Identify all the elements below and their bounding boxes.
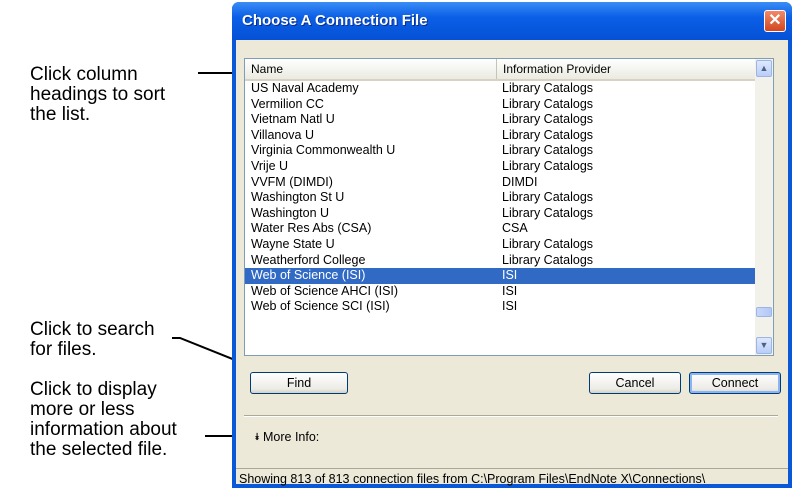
list-item-name: Washington U	[251, 205, 330, 220]
dialog-title: Choose A Connection File	[242, 12, 428, 29]
list-item-provider: Library Catalogs	[502, 96, 594, 111]
list-item-provider: ISI	[502, 283, 518, 298]
list-item-provider: Library Catalogs	[502, 205, 594, 220]
dialog-client-area: Name Information Provider US Naval Acade…	[236, 40, 788, 486]
list-item-name: Virginia Commonwealth U	[251, 143, 396, 158]
list-item-name: Washington St U	[251, 190, 345, 205]
list-item[interactable]: Vermilion CC Library Catalogs	[245, 97, 755, 113]
double-chevron-down-icon: ⯯	[254, 432, 260, 443]
list-item-name: VVFM (DIMDI)	[251, 174, 333, 189]
list-header: Name Information Provider	[245, 59, 755, 81]
list-item[interactable]: Virginia Commonwealth U Library Catalogs	[245, 143, 755, 159]
chevron-down-icon: ▼	[759, 340, 769, 350]
list-item[interactable]: Web of Science SCI (ISI) ISI	[245, 299, 755, 315]
list-item-name: Web of Science AHCI (ISI)	[251, 283, 399, 298]
list-item[interactable]: Weatherford College Library Catalogs	[245, 253, 755, 269]
separator	[244, 415, 778, 417]
list-item-provider: Library Catalogs	[502, 81, 594, 95]
list-item[interactable]: Vietnam Natl U Library Catalogs	[245, 112, 755, 128]
scroll-down-button[interactable]: ▼	[756, 337, 772, 354]
list-item-name: Water Res Abs (CSA)	[251, 221, 372, 236]
list-item-provider: Library Catalogs	[502, 158, 594, 173]
dialog-titlebar[interactable]: Choose A Connection File ✕	[232, 2, 792, 40]
list-item-provider: Library Catalogs	[502, 127, 594, 142]
more-info-label: More Info:	[263, 430, 320, 444]
list-item-name: Vietnam Natl U	[251, 112, 335, 127]
list-item-provider: DIMDI	[502, 174, 538, 189]
choose-connection-dialog: Choose A Connection File ✕ Name Informat…	[232, 2, 792, 488]
list-item[interactable]: Wayne State U Library Catalogs	[245, 237, 755, 253]
list-item[interactable]: VVFM (DIMDI) DIMDI	[245, 175, 755, 191]
list-item-provider: Library Catalogs	[502, 190, 594, 205]
list-item[interactable]: Washington U Library Catalogs	[245, 206, 755, 222]
list-item[interactable]: Vrije U Library Catalogs	[245, 159, 755, 175]
close-icon: ✕	[768, 12, 782, 29]
list-item-name: Vermilion CC	[251, 96, 324, 111]
connection-file-list[interactable]: Name Information Provider US Naval Acade…	[244, 58, 774, 356]
column-header-name[interactable]: Name	[245, 59, 496, 79]
list-item-provider: Library Catalogs	[502, 112, 594, 127]
list-rows: US Naval Academy Library Catalogs Vermilio…	[245, 81, 755, 315]
list-item[interactable]: Villanova U Library Catalogs	[245, 128, 755, 144]
list-item[interactable]: Washington St U Library Catalogs	[245, 190, 755, 206]
cancel-button[interactable]: Cancel	[589, 372, 681, 394]
list-item-provider: Library Catalogs	[502, 143, 594, 158]
scrollbar-thumb[interactable]	[756, 307, 772, 317]
list-item-provider: CSA	[502, 221, 528, 236]
list-item-name: Vrije U	[251, 158, 289, 173]
status-bar: Showing 813 of 813 connection files from…	[236, 468, 788, 488]
list-item[interactable]: Web of Science AHCI (ISI) ISI	[245, 284, 755, 300]
list-item-provider: ISI	[502, 268, 518, 283]
find-button[interactable]: Find	[250, 372, 348, 394]
list-item-provider: ISI	[502, 299, 518, 314]
list-item-name: Web of Science SCI (ISI)	[251, 299, 390, 314]
list-item-provider: Library Catalogs	[502, 236, 594, 251]
column-header-information-provider[interactable]: Information Provider	[496, 59, 755, 79]
list-item-name: Weatherford College	[251, 252, 366, 267]
list-item-name: US Naval Academy	[251, 81, 359, 95]
list-item[interactable]: US Naval Academy Library Catalogs	[245, 81, 755, 97]
close-button[interactable]: ✕	[764, 10, 786, 32]
scroll-up-button[interactable]: ▲	[756, 60, 772, 77]
list-item[interactable]: Web of Science (ISI) ISI	[245, 268, 755, 284]
more-info-toggle[interactable]: ⯯ More Info:	[254, 430, 319, 444]
list-item-name: Villanova U	[251, 127, 315, 142]
list-item-name: Wayne State U	[251, 236, 335, 251]
list-item-name: Web of Science (ISI)	[251, 268, 366, 283]
vertical-scrollbar[interactable]: ▲ ▼	[755, 59, 773, 355]
list-item-provider: Library Catalogs	[502, 252, 594, 267]
list-item[interactable]: Water Res Abs (CSA) CSA	[245, 221, 755, 237]
connect-button[interactable]: Connect	[689, 372, 781, 394]
chevron-up-icon: ▲	[759, 63, 769, 73]
